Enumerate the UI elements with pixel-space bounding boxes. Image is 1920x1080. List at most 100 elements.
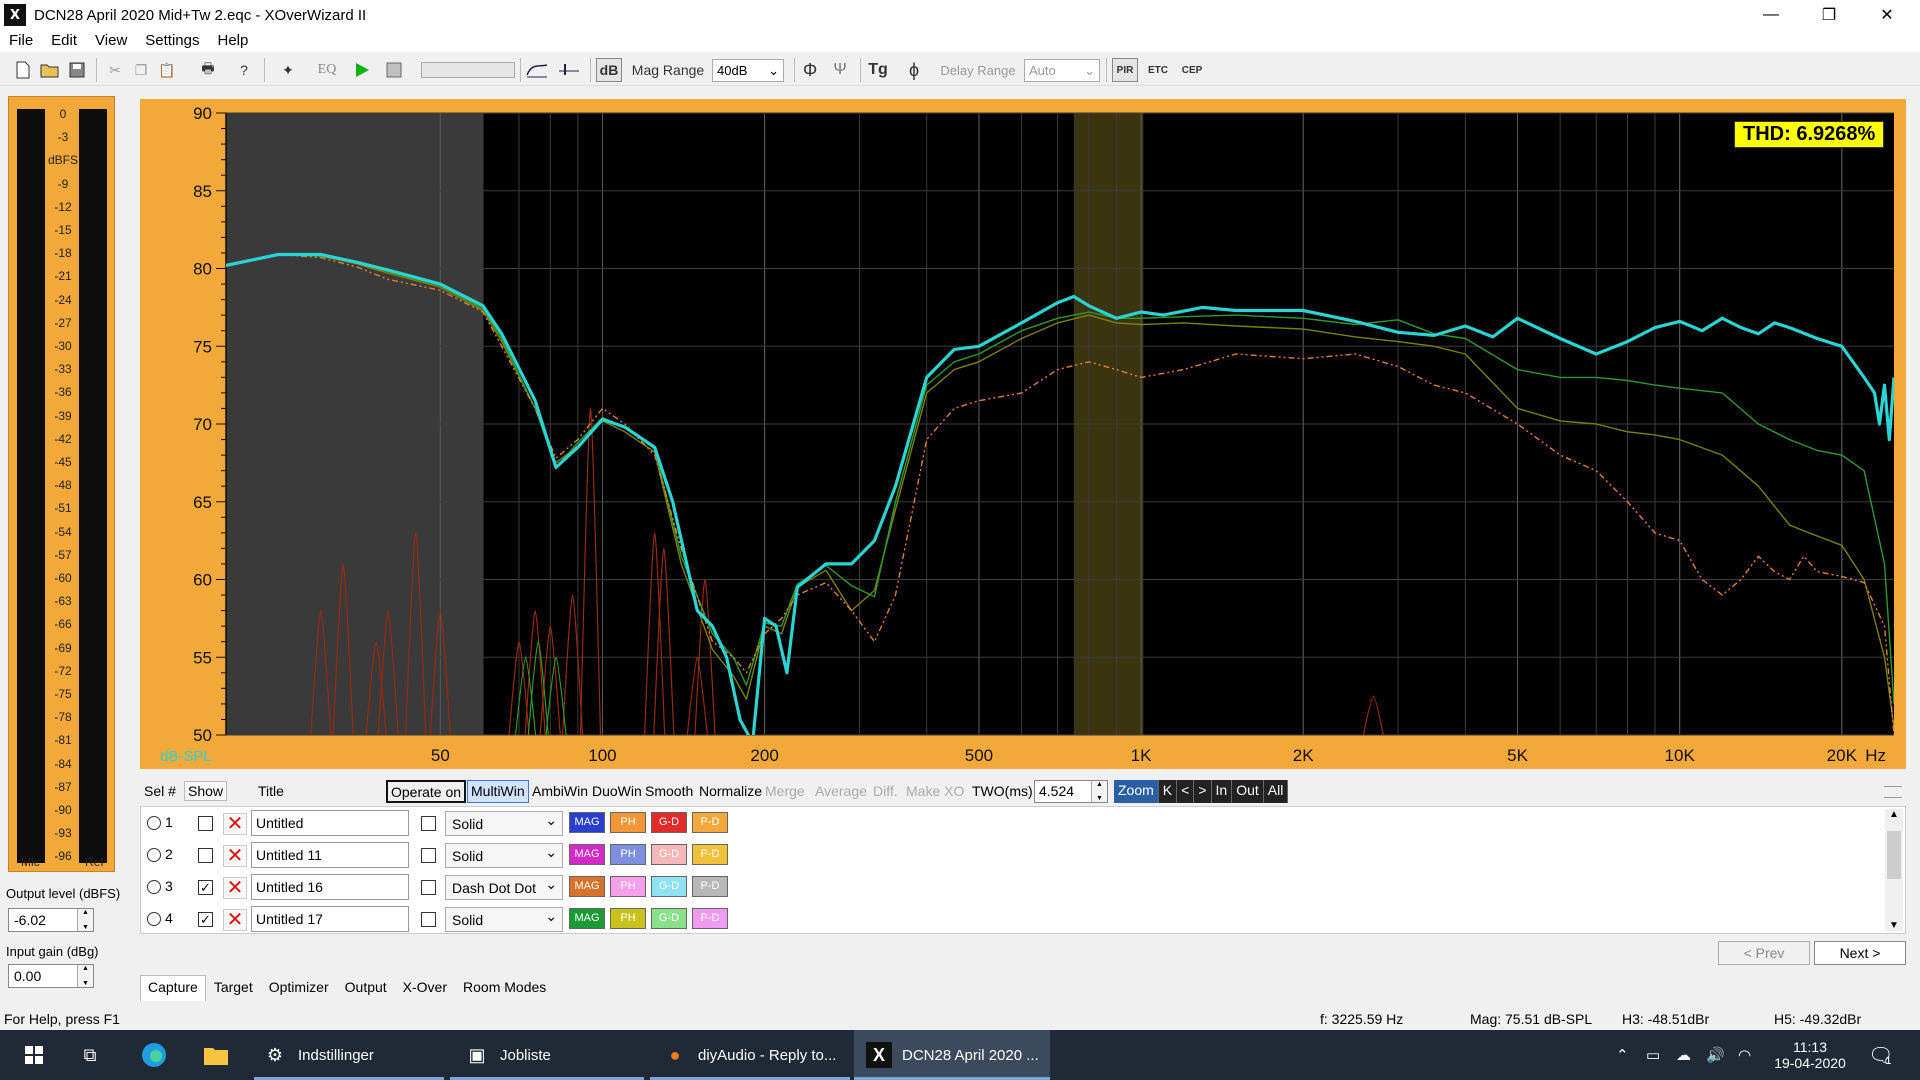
show-checkbox[interactable] <box>198 848 213 863</box>
new-file-icon[interactable] <box>12 58 34 82</box>
curve-color-ph-button[interactable]: PH <box>610 876 646 897</box>
tab-x-over[interactable]: X-Over <box>395 975 455 1001</box>
output-level-spinner[interactable]: ▲ ▼ <box>77 909 93 931</box>
curve-title-input[interactable]: Untitled 11 <box>251 842 409 868</box>
taskbar-item-jobliste[interactable]: ▣ Jobliste <box>450 1030 644 1080</box>
context-help-icon[interactable]: ? <box>232 58 256 82</box>
notification-icon[interactable]: 🗨 1 <box>1868 1030 1893 1080</box>
col-show-button[interactable]: Show <box>184 781 228 801</box>
menu-file[interactable]: File <box>0 30 42 52</box>
delay-range-select[interactable]: Auto ⌄ <box>1024 59 1100 82</box>
paste-icon[interactable]: 📋 <box>156 58 178 82</box>
curve-color-ph-button[interactable]: PH <box>610 908 646 929</box>
curve-color-p-d-button[interactable]: P-D <box>692 876 728 897</box>
curve-color-mag-button[interactable]: MAG <box>569 876 605 897</box>
zoom-all-button[interactable]: All <box>1264 780 1289 803</box>
curve-color-g-d-button[interactable]: G-D <box>651 876 687 897</box>
select-radio[interactable] <box>147 848 161 862</box>
delete-icon[interactable]: ✕ <box>223 877 247 899</box>
lock-checkbox[interactable] <box>421 880 436 895</box>
next-button[interactable]: Next > <box>1814 941 1906 965</box>
cep-button[interactable]: CEP <box>1178 58 1206 82</box>
chart-svg[interactable]: 90 85 80 75 70 65 60 55 50 50 100 200 500 1K 2K 5K 10K 20… <box>140 99 1906 769</box>
tray-chevron-icon[interactable]: ⌃ <box>1616 1030 1629 1080</box>
normalize-button[interactable]: Normalize <box>695 780 766 803</box>
battery-icon[interactable]: ▭ <box>1646 1030 1660 1080</box>
close-button[interactable]: ✕ <box>1858 0 1916 30</box>
eq-button[interactable]: EQ <box>314 58 340 82</box>
restore-button[interactable]: ❐ <box>1800 0 1858 30</box>
input-gain-input[interactable]: 0.00 ▲ ▼ <box>8 964 94 988</box>
lock-checkbox[interactable] <box>421 816 436 831</box>
taskbar-item-settings[interactable]: ⚙ Indstillinger <box>254 1030 444 1080</box>
curve-list-scrollbar[interactable]: ▲ ▼ <box>1885 809 1903 931</box>
operate-on-button[interactable]: Operate on <box>386 780 467 803</box>
line-style-select[interactable]: Dash Dot Dot <box>445 875 563 900</box>
lock-checkbox[interactable] <box>421 848 436 863</box>
curve-color-ph-button[interactable]: PH <box>610 812 646 833</box>
zoom-button[interactable]: Zoom <box>1114 780 1159 803</box>
zoom-k-button[interactable]: K <box>1159 780 1178 803</box>
copy-icon[interactable]: ❐ <box>130 58 152 82</box>
taskbar-item-firefox[interactable]: ● diyAudio - Reply to... <box>650 1030 850 1080</box>
menu-view[interactable]: View <box>86 30 136 52</box>
prev-button[interactable]: < Prev <box>1718 941 1810 965</box>
phase-delay-icon[interactable]: ϕ <box>902 58 926 82</box>
clock[interactable]: 11:13 19-04-2020 <box>1770 1030 1850 1080</box>
table-row[interactable]: 3 ✓ ✕ Untitled 16 Dash Dot Dot MAGPHG-DP-… <box>141 871 1881 903</box>
curve-color-g-d-button[interactable]: G-D <box>651 908 687 929</box>
frequency-response-chart[interactable]: 90 85 80 75 70 65 60 55 50 50 100 200 500 1K 2K 5K 10K 20… <box>140 99 1906 769</box>
curve-color-mag-button[interactable]: MAG <box>569 908 605 929</box>
merge-button[interactable]: Merge <box>761 780 809 803</box>
db-toggle-button[interactable]: dB <box>596 58 622 82</box>
curve-color-mag-button[interactable]: MAG <box>569 844 605 865</box>
curve-color-g-d-button[interactable]: G-D <box>651 844 687 865</box>
scroll-up-icon[interactable]: ▲ <box>1885 809 1903 820</box>
curve-color-p-d-button[interactable]: P-D <box>692 908 728 929</box>
magnitude-view-icon[interactable] <box>524 58 550 82</box>
line-style-select[interactable]: Solid <box>445 811 563 836</box>
curve-color-p-d-button[interactable]: P-D <box>692 812 728 833</box>
select-radio[interactable] <box>147 816 161 830</box>
scroll-down-icon[interactable]: ▼ <box>1885 920 1903 931</box>
delete-icon[interactable]: ✕ <box>223 909 247 931</box>
line-style-select[interactable]: Solid <box>445 843 563 868</box>
task-view-icon[interactable]: ⧉ <box>70 1030 110 1080</box>
select-radio[interactable] <box>147 912 161 926</box>
table-row[interactable]: 1 ✕ Untitled Solid MAGPHG-DP-D <box>141 807 1881 839</box>
ambiwin-button[interactable]: AmbiWin <box>528 780 592 803</box>
curve-title-input[interactable]: Untitled 17 <box>251 906 409 932</box>
zoom-left-button[interactable]: < <box>1177 780 1195 803</box>
show-checkbox[interactable]: ✓ <box>198 880 213 895</box>
impulse-view-icon[interactable] <box>556 58 582 82</box>
curve-title-input[interactable]: Untitled <box>251 810 409 836</box>
grip-icon[interactable] <box>1884 786 1902 798</box>
tab-room-modes[interactable]: Room Modes <box>455 975 554 1001</box>
start-button[interactable] <box>14 1030 54 1080</box>
curve-color-g-d-button[interactable]: G-D <box>651 812 687 833</box>
menu-help[interactable]: Help <box>208 30 257 52</box>
stop-icon[interactable] <box>382 58 406 82</box>
select-radio[interactable] <box>147 880 161 894</box>
volume-icon[interactable]: 🔊 <box>1706 1030 1725 1080</box>
file-explorer-icon[interactable] <box>194 1030 238 1080</box>
onedrive-icon[interactable]: ☁ <box>1676 1030 1691 1080</box>
wifi-icon[interactable]: ◠ <box>1738 1030 1751 1080</box>
tab-output[interactable]: Output <box>337 975 395 1001</box>
table-row[interactable]: 2 ✕ Untitled 11 Solid MAGPHG-DP-D <box>141 839 1881 871</box>
menu-settings[interactable]: Settings <box>136 30 208 52</box>
smooth-button[interactable]: Smooth <box>641 780 697 803</box>
open-folder-icon[interactable] <box>38 58 62 82</box>
multiwin-button[interactable]: MultiWin <box>467 780 529 803</box>
average-button[interactable]: Average <box>811 780 871 803</box>
tab-capture[interactable]: Capture <box>140 975 206 1001</box>
wizard-icon[interactable]: ✦ <box>276 58 300 82</box>
tab-target[interactable]: Target <box>206 975 261 1001</box>
edge-icon[interactable] <box>132 1030 176 1080</box>
show-checkbox[interactable]: ✓ <box>198 912 213 927</box>
zoom-out-button[interactable]: Out <box>1232 780 1264 803</box>
zoom-right-button[interactable]: > <box>1194 780 1212 803</box>
group-delay-button[interactable]: Tg <box>866 58 890 82</box>
tab-optimizer[interactable]: Optimizer <box>261 975 337 1001</box>
etc-button[interactable]: ETC <box>1144 58 1172 82</box>
